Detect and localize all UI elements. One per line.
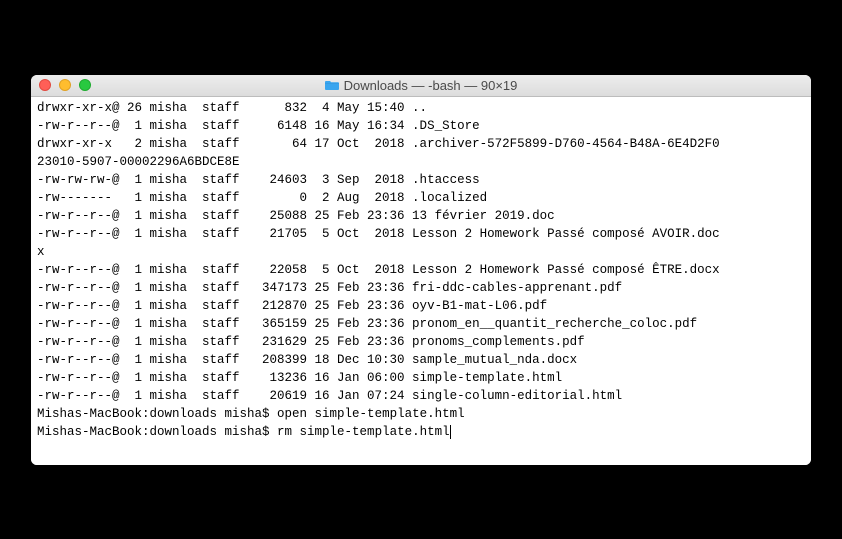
listing-row: -rw-r--r--@ 1 misha staff 20619 16 Jan 0… <box>37 387 805 405</box>
terminal-window: Downloads — -bash — 90×19 drwxr-xr-x@ 26… <box>31 75 811 465</box>
prompt-line[interactable]: Mishas-MacBook:downloads misha$ open sim… <box>37 405 805 423</box>
listing-row: drwxr-xr-x 2 misha staff 64 17 Oct 2018 … <box>37 135 805 153</box>
window-title: Downloads — -bash — 90×19 <box>344 78 518 93</box>
listing-row: -rw-r--r--@ 1 misha staff 347173 25 Feb … <box>37 279 805 297</box>
close-button[interactable] <box>39 79 51 91</box>
maximize-button[interactable] <box>79 79 91 91</box>
listing-row: -rw-rw-rw-@ 1 misha staff 24603 3 Sep 20… <box>37 171 805 189</box>
listing-row: -rw-r--r--@ 1 misha staff 21705 5 Oct 20… <box>37 225 805 243</box>
listing-row: -rw-r--r--@ 1 misha staff 22058 5 Oct 20… <box>37 261 805 279</box>
window-title-wrap: Downloads — -bash — 90×19 <box>31 78 811 93</box>
listing-row: -rw-r--r--@ 1 misha staff 13236 16 Jan 0… <box>37 369 805 387</box>
prompt-line[interactable]: Mishas-MacBook:downloads misha$ rm simpl… <box>37 423 805 441</box>
minimize-button[interactable] <box>59 79 71 91</box>
listing-row: -rw-r--r--@ 1 misha staff 208399 18 Dec … <box>37 351 805 369</box>
listing-row: -rw-r--r--@ 1 misha staff 365159 25 Feb … <box>37 315 805 333</box>
listing-row: -rw------- 1 misha staff 0 2 Aug 2018 .l… <box>37 189 805 207</box>
shell-command: open simple-template.html <box>277 407 465 421</box>
traffic-lights <box>31 79 91 91</box>
text-cursor <box>450 425 451 439</box>
listing-row: -rw-r--r--@ 1 misha staff 231629 25 Feb … <box>37 333 805 351</box>
listing-row: -rw-r--r--@ 1 misha staff 6148 16 May 16… <box>37 117 805 135</box>
terminal-body[interactable]: drwxr-xr-x@ 26 misha staff 832 4 May 15:… <box>31 97 811 465</box>
listing-row-wrap: 23010-5907-00002296A6BDCE8E <box>37 153 805 171</box>
titlebar[interactable]: Downloads — -bash — 90×19 <box>31 75 811 97</box>
shell-prompt: Mishas-MacBook:downloads misha$ <box>37 425 277 439</box>
listing-row: -rw-r--r--@ 1 misha staff 25088 25 Feb 2… <box>37 207 805 225</box>
folder-icon <box>325 79 339 91</box>
listing-row: drwxr-xr-x@ 26 misha staff 832 4 May 15:… <box>37 99 805 117</box>
listing-row-wrap: x <box>37 243 805 261</box>
shell-command: rm simple-template.html <box>277 425 450 439</box>
listing-row: -rw-r--r--@ 1 misha staff 212870 25 Feb … <box>37 297 805 315</box>
shell-prompt: Mishas-MacBook:downloads misha$ <box>37 407 277 421</box>
